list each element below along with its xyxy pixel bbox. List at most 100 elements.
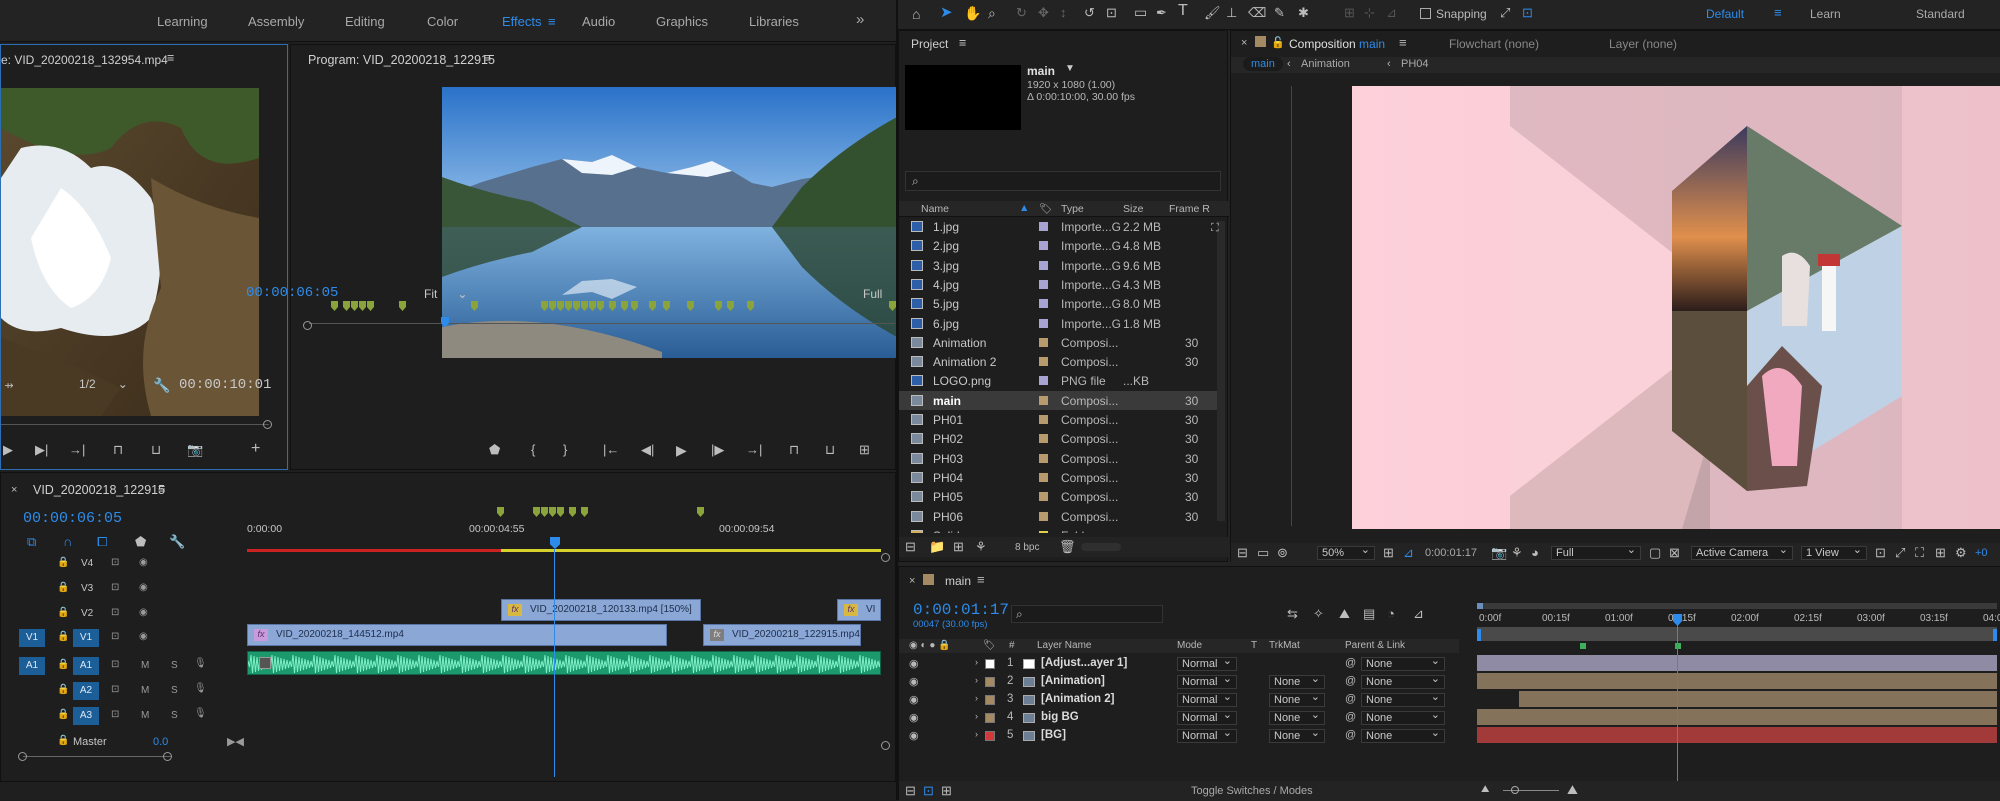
- layer-row[interactable]: ◉ › 2 [Animation] Normal None @ None: [899, 673, 1459, 691]
- ae-timeline-menu-icon[interactable]: ≡: [977, 572, 985, 587]
- mute-button[interactable]: M: [141, 685, 149, 696]
- lock-icon[interactable]: 🔒: [57, 557, 69, 568]
- program-marker[interactable]: [367, 301, 374, 311]
- lock-icon[interactable]: 🔓: [1271, 36, 1285, 49]
- eye-icon[interactable]: ◉: [139, 607, 148, 618]
- expand-twirl-icon[interactable]: ›: [975, 675, 978, 685]
- lock-icon[interactable]: 🔒: [57, 709, 69, 720]
- label-swatch[interactable]: [1039, 492, 1048, 502]
- graph-editor-icon[interactable]: ⊿: [1413, 607, 1424, 621]
- lock-icon[interactable]: 🔒: [57, 631, 69, 642]
- label-swatch[interactable]: [1039, 222, 1048, 231]
- lift-icon[interactable]: ⊓: [789, 443, 799, 457]
- sync-icon[interactable]: ⊡: [111, 557, 119, 568]
- layer-name[interactable]: [Animation 2]: [1041, 693, 1114, 705]
- program-scrub-start-handle[interactable]: [303, 321, 312, 330]
- mark-in-icon[interactable]: {: [531, 443, 535, 457]
- program-play-icon[interactable]: ▶: [676, 443, 687, 457]
- layer-name[interactable]: [Animation]: [1041, 675, 1105, 687]
- expand-twirl-icon[interactable]: ›: [975, 657, 978, 667]
- lock-icon[interactable]: 🔒: [57, 735, 69, 746]
- zoom-handle-right[interactable]: [163, 752, 172, 761]
- selection-tool-icon[interactable]: ➤: [940, 5, 953, 20]
- rotation-tool-icon[interactable]: ↺: [1084, 6, 1095, 20]
- breadcrumb-ph04[interactable]: PH04: [1401, 58, 1429, 70]
- layer-row[interactable]: ◉ › 3 [Animation 2] Normal None @ None: [899, 691, 1459, 709]
- flowchart-icon[interactable]: ⛶: [1211, 221, 1219, 235]
- clone-stamp-tool-icon[interactable]: ⊥: [1226, 6, 1237, 20]
- views-select[interactable]: 1 View: [1801, 544, 1867, 560]
- reset-exposure-icon[interactable]: ⊞: [1935, 546, 1946, 560]
- safe-zones-icon[interactable]: ⊞: [1383, 546, 1394, 560]
- work-area-out-handle[interactable]: [1993, 629, 1997, 641]
- layer-parent-select[interactable]: None: [1361, 691, 1445, 707]
- go-to-in-icon[interactable]: |←: [603, 443, 619, 457]
- layer-bar-3[interactable]: [1519, 691, 1997, 707]
- type-tool-icon[interactable]: T: [1178, 3, 1188, 19]
- snapping-checkbox[interactable]: [1420, 8, 1431, 19]
- step-forward-icon[interactable]: ▶|: [35, 443, 48, 457]
- project-search-input[interactable]: ⌕: [905, 171, 1221, 191]
- add-button-icon[interactable]: +: [251, 441, 260, 457]
- comp-tab[interactable]: Composition main: [1289, 37, 1385, 51]
- timeline-marker[interactable]: [497, 507, 504, 517]
- pen-tool-icon[interactable]: ✒: [1156, 6, 1167, 20]
- label-swatch[interactable]: [1039, 337, 1048, 347]
- project-item[interactable]: 1.jpg Importe...G 2.2 MB: [899, 217, 1217, 236]
- axis-mode-icon[interactable]: ⊞: [1344, 6, 1355, 20]
- ws-tab-assembly[interactable]: Assembly: [248, 14, 304, 29]
- program-scrub-bar[interactable]: [309, 323, 895, 324]
- ws-tab-audio[interactable]: Audio: [582, 14, 615, 29]
- eraser-tool-icon[interactable]: ⌫: [1248, 6, 1266, 20]
- hand-tool-icon[interactable]: ✋: [964, 6, 981, 20]
- mark-out-icon[interactable]: }: [563, 443, 567, 457]
- mask-visibility-icon[interactable]: ⊿: [1403, 546, 1414, 560]
- expand-twirl-icon[interactable]: ›: [975, 711, 978, 721]
- in-out-columns-icon[interactable]: ⊞: [941, 784, 952, 798]
- frame-blending-icon[interactable]: ▤: [1363, 607, 1375, 621]
- bit-depth[interactable]: 8 bpc: [1015, 542, 1039, 553]
- project-item[interactable]: main Composi... 30: [899, 390, 1217, 410]
- rotate-tool-icon[interactable]: ↻: [1016, 6, 1027, 20]
- project-item[interactable]: PH03 Composi... 30: [899, 449, 1217, 468]
- microphone-icon[interactable]: 🎙: [194, 683, 207, 694]
- layer-mode-select[interactable]: Normal: [1177, 655, 1237, 671]
- snap-icon[interactable]: ∩: [63, 535, 72, 549]
- workspace-standard[interactable]: Standard: [1916, 7, 1965, 21]
- vertical-scroll-bottom[interactable]: [881, 741, 890, 750]
- source-menu-icon[interactable]: ≡: [167, 51, 174, 65]
- layer-parent-select[interactable]: None: [1361, 709, 1445, 725]
- label-swatch[interactable]: [1039, 530, 1048, 533]
- timeline-marker-icon[interactable]: ⬟: [135, 535, 146, 549]
- trash-icon[interactable]: 🗑: [1059, 540, 1076, 554]
- col-name[interactable]: Name: [921, 203, 949, 215]
- layer-parent-select[interactable]: None: [1361, 673, 1445, 689]
- zoom-tool-icon[interactable]: ⌕: [988, 6, 996, 20]
- solo-button[interactable]: S: [171, 660, 178, 671]
- ws-tab-editing[interactable]: Editing: [345, 14, 385, 29]
- layer-name[interactable]: [Adjust...ayer 1]: [1041, 657, 1127, 669]
- label-swatch[interactable]: [1039, 318, 1048, 328]
- zoom-handle-left[interactable]: [18, 752, 27, 761]
- hide-shy-layers-icon[interactable]: ⛰: [1339, 607, 1350, 621]
- close-comp-icon[interactable]: ×: [1241, 37, 1247, 49]
- horizontal-zoom-bar[interactable]: [23, 756, 171, 757]
- layer-trkmat-select[interactable]: None: [1269, 727, 1325, 743]
- ws-tab-effects[interactable]: Effects: [502, 14, 542, 29]
- layer-mode-select[interactable]: Normal: [1177, 691, 1237, 707]
- puppet-tool-icon[interactable]: ✱: [1298, 6, 1309, 20]
- sync-icon[interactable]: ⊡: [111, 684, 119, 695]
- pickwhip-icon[interactable]: @: [1345, 675, 1356, 687]
- project-item[interactable]: PH01 Composi... 30: [899, 410, 1217, 429]
- insert-edit-icon[interactable]: ⇸: [1, 379, 17, 393]
- timeline-marker[interactable]: [549, 507, 556, 517]
- project-item[interactable]: Animation 2 Composi... 30: [899, 352, 1217, 371]
- monitor-icon[interactable]: ▭: [1257, 546, 1269, 560]
- go-to-end-icon[interactable]: ▶◀: [227, 735, 244, 748]
- layer-label-color[interactable]: [985, 677, 995, 687]
- project-item[interactable]: 3.jpg Importe...G 9.6 MB: [899, 256, 1217, 275]
- pickwhip-icon[interactable]: @: [1345, 729, 1356, 741]
- program-marker[interactable]: [343, 301, 350, 311]
- ws-tab-graphics[interactable]: Graphics: [656, 14, 708, 29]
- layer-name[interactable]: [BG]: [1041, 729, 1066, 741]
